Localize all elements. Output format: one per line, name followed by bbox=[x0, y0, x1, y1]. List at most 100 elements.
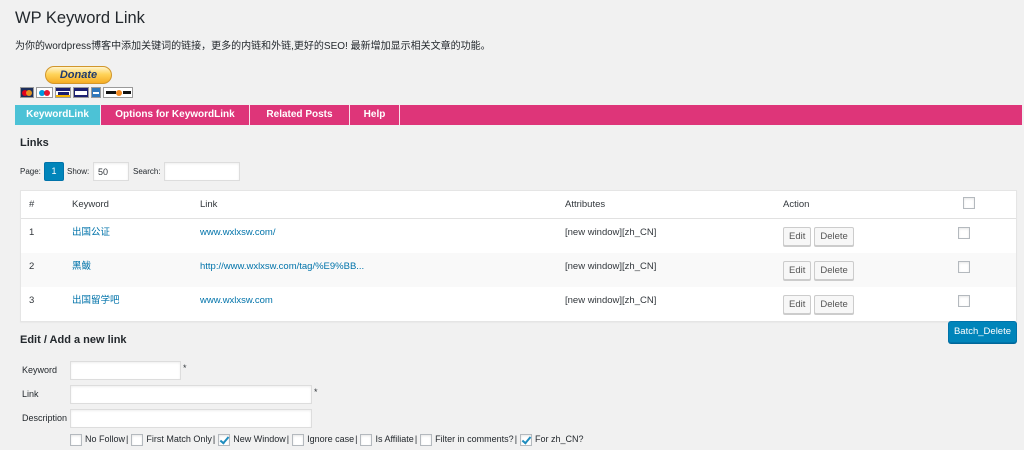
table-row: 2 黑鲅 http://www.wxlxsw.com/tag/%E9%BB...… bbox=[21, 253, 1016, 287]
keyword-label: Keyword bbox=[22, 365, 58, 375]
option-separator: | bbox=[126, 434, 129, 444]
form-heading: Edit / Add a new link bbox=[20, 334, 127, 346]
row-select-checkbox[interactable] bbox=[958, 227, 970, 239]
row-keyword-link[interactable]: 黑鲅 bbox=[64, 253, 192, 287]
description-input[interactable] bbox=[70, 409, 312, 428]
page-title: WP Keyword Link bbox=[15, 9, 145, 27]
description-label: Description bbox=[22, 413, 68, 423]
column-header-keyword: Keyword bbox=[72, 199, 109, 210]
required-mark: * bbox=[183, 362, 187, 373]
table-row: 3 出国留学吧 www.wxlxsw.com [new window][zh_C… bbox=[21, 287, 1016, 321]
option-first-match-only[interactable]: First Match Only bbox=[131, 433, 212, 446]
link-options: No Follow | First Match Only | New Window |… bbox=[70, 433, 584, 446]
show-count-input[interactable] bbox=[93, 162, 129, 181]
column-header-action: Action bbox=[783, 199, 810, 210]
option-is-affiliate[interactable]: Is Affiliate bbox=[360, 433, 414, 446]
table-row: 1 出国公证 www.wxlxsw.com/ [new window][zh_C… bbox=[21, 219, 1016, 253]
delete-button[interactable]: Delete bbox=[814, 261, 854, 280]
option-label: No Follow bbox=[85, 434, 126, 444]
row-select bbox=[950, 219, 1016, 253]
option-separator: | bbox=[212, 434, 216, 444]
visa-electron-icon bbox=[73, 87, 89, 98]
option-label: New Window bbox=[233, 434, 286, 444]
filter-in-comments-checkbox[interactable] bbox=[420, 433, 433, 446]
tab-related-posts[interactable]: Related Posts bbox=[250, 105, 350, 125]
row-number: 1 bbox=[29, 227, 35, 238]
is-affiliate-checkbox[interactable] bbox=[360, 433, 373, 446]
ignore-case-checkbox[interactable] bbox=[292, 433, 305, 446]
row-url-link[interactable]: http://www.wxlxsw.com/tag/%E9%BB... bbox=[192, 253, 557, 287]
links-table: # Keyword Link Attributes Action 1 出国公证 … bbox=[20, 190, 1017, 322]
option-label: Ignore case bbox=[307, 434, 355, 444]
tab-bar: KeywordLink Options for KeywordLink Rela… bbox=[15, 105, 1022, 125]
option-no-follow[interactable]: No Follow bbox=[70, 433, 125, 446]
delete-button[interactable]: Delete bbox=[814, 295, 854, 314]
option-separator: | bbox=[286, 434, 290, 444]
row-select bbox=[950, 253, 1016, 287]
row-actions: Edit Delete bbox=[775, 253, 950, 287]
row-number: 2 bbox=[29, 261, 35, 272]
option-filter-in-comments[interactable]: Filter in comments? bbox=[420, 433, 514, 446]
row-keyword-link[interactable]: 出国公证 bbox=[64, 219, 192, 253]
discover-icon bbox=[103, 87, 133, 98]
option-label: Filter in comments? bbox=[435, 434, 514, 444]
select-all-checkbox[interactable] bbox=[963, 197, 975, 209]
page-label: Page: bbox=[20, 167, 41, 176]
option-separator: | bbox=[414, 434, 418, 444]
search-label: Search: bbox=[133, 167, 161, 176]
search-input[interactable] bbox=[164, 162, 240, 181]
column-header-attributes: Attributes bbox=[565, 199, 606, 210]
show-label: Show: bbox=[67, 167, 90, 176]
required-mark: * bbox=[314, 386, 318, 397]
row-attributes: [new window][zh_CN] bbox=[565, 295, 657, 306]
keyword-input[interactable] bbox=[70, 361, 181, 380]
no-follow-checkbox[interactable] bbox=[70, 433, 82, 446]
edit-button[interactable]: Edit bbox=[783, 295, 812, 314]
description-field-row: Description bbox=[22, 409, 312, 428]
column-header-number: # bbox=[29, 199, 35, 210]
tab-help[interactable]: Help bbox=[350, 105, 400, 125]
link-input[interactable] bbox=[70, 385, 312, 404]
table-header-row: # Keyword Link Attributes Action bbox=[21, 191, 1016, 219]
link-field-row: Link * bbox=[22, 385, 318, 404]
row-select-checkbox[interactable] bbox=[958, 295, 970, 307]
option-label: First Match Only bbox=[146, 434, 212, 444]
payment-cards bbox=[20, 87, 133, 98]
links-heading: Links bbox=[20, 137, 49, 149]
row-actions: Edit Delete bbox=[775, 287, 950, 321]
option-separator: | bbox=[355, 434, 358, 444]
row-attributes: [new window][zh_CN] bbox=[565, 261, 657, 272]
page-button-current[interactable]: 1 bbox=[44, 162, 64, 181]
new-window-checkbox[interactable] bbox=[218, 433, 231, 446]
column-header-link: Link bbox=[200, 199, 218, 210]
link-label: Link bbox=[22, 389, 39, 399]
keyword-field-row: Keyword * bbox=[22, 361, 187, 380]
first-match-only-checkbox[interactable] bbox=[131, 433, 144, 446]
edit-button[interactable]: Edit bbox=[783, 261, 812, 280]
row-select bbox=[950, 287, 1016, 321]
amex-icon bbox=[91, 87, 101, 98]
visa-icon bbox=[55, 87, 71, 98]
edit-button[interactable]: Edit bbox=[783, 227, 812, 246]
tab-keywordlink[interactable]: KeywordLink bbox=[15, 105, 101, 125]
delete-button[interactable]: Delete bbox=[814, 227, 854, 246]
mastercard-icon bbox=[20, 87, 34, 98]
option-ignore-case[interactable]: Ignore case bbox=[292, 433, 354, 446]
option-for-zh-cn[interactable]: For zh_CN? bbox=[520, 433, 584, 446]
option-label: For zh_CN? bbox=[535, 434, 584, 444]
donate-button[interactable]: Donate bbox=[45, 66, 112, 84]
row-url-link[interactable]: www.wxlxsw.com/ bbox=[192, 219, 557, 253]
row-keyword-link[interactable]: 出国留学吧 bbox=[64, 287, 192, 321]
tab-options[interactable]: Options for KeywordLink bbox=[101, 105, 250, 125]
for-zh-cn-checkbox[interactable] bbox=[520, 433, 533, 446]
batch-delete-button[interactable]: Batch_Delete bbox=[948, 321, 1017, 343]
option-separator: | bbox=[514, 434, 518, 444]
row-url-link[interactable]: www.wxlxsw.com bbox=[192, 287, 557, 321]
plugin-description: 为你的wordpress博客中添加关键词的链接，更多的内链和外链,更好的SEO!… bbox=[15, 41, 491, 52]
row-select-checkbox[interactable] bbox=[958, 261, 970, 273]
option-new-window[interactable]: New Window bbox=[218, 433, 286, 446]
row-number: 3 bbox=[29, 295, 35, 306]
option-label: Is Affiliate bbox=[375, 434, 414, 444]
maestro-icon bbox=[36, 87, 53, 98]
row-attributes: [new window][zh_CN] bbox=[565, 227, 657, 238]
